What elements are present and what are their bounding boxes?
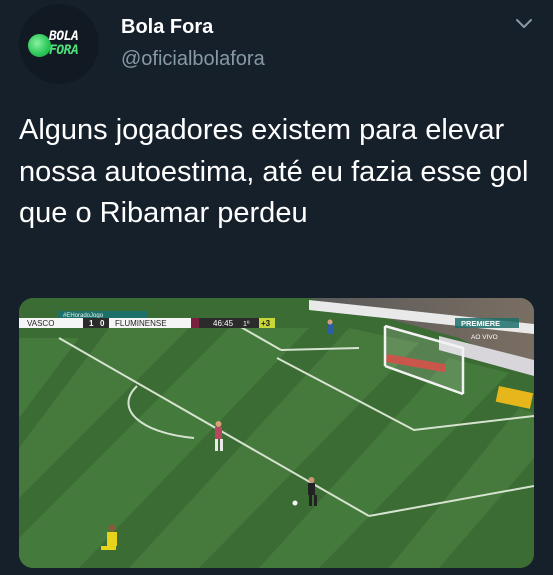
home-score: 1 <box>89 319 94 328</box>
away-score: 0 <box>100 319 105 328</box>
match-still: #EHoradoJogo VASCO 1 0 FLUMINENSE 46:45 … <box>19 298 534 568</box>
tweet-media[interactable]: #EHoradoJogo VASCO 1 0 FLUMINENSE 46:45 … <box>19 298 534 568</box>
avatar[interactable]: BOLA FORA <box>19 4 99 84</box>
avatar-logo-line1: BOLA <box>49 29 79 44</box>
match-clock: 46:45 <box>213 319 234 328</box>
avatar-logo-text: BOLA FORA <box>49 30 93 58</box>
away-team: FLUMINENSE <box>115 319 167 328</box>
display-name[interactable]: Bola Fora <box>121 16 213 39</box>
broadcaster-name: PREMIERE <box>461 319 500 328</box>
chevron-down-icon[interactable] <box>514 14 534 34</box>
match-period: 1º <box>243 321 250 328</box>
live-label: AO VIVO <box>471 334 498 341</box>
added-time: +3 <box>261 319 271 328</box>
soccer-ball-icon <box>28 34 51 57</box>
avatar-logo-line2: FORA <box>49 43 79 58</box>
home-team: VASCO <box>27 319 54 328</box>
user-handle[interactable]: @oficialbolafora <box>121 48 265 71</box>
tweet-text: Alguns jogadores existem para elevar nos… <box>19 114 529 229</box>
